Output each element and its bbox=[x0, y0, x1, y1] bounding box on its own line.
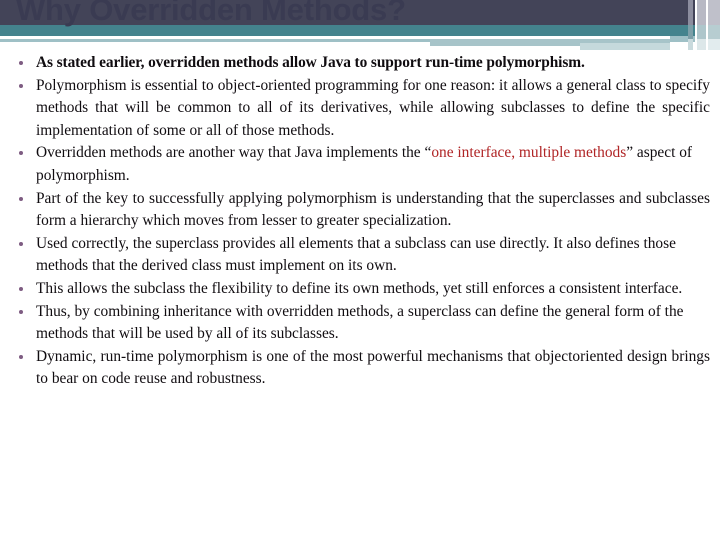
bullet-dot-icon bbox=[19, 241, 23, 246]
list-item: Polymorphism is essential to object-orie… bbox=[0, 75, 720, 143]
slide-title: Why Overridden Methods? bbox=[16, 0, 406, 27]
list-item: Used correctly, the superclass provides … bbox=[0, 233, 720, 278]
list-item-text-lead: Overridden methods are another way that … bbox=[36, 144, 432, 162]
bullet-dot-icon bbox=[19, 61, 23, 65]
list-item: Overridden methods are another way that … bbox=[0, 142, 720, 187]
list-item-text: Thus, by combining inheritance with over… bbox=[36, 302, 684, 343]
bullet-dot-icon bbox=[19, 83, 23, 88]
bullet-dot-icon bbox=[19, 309, 23, 314]
list-item: Dynamic, run-time polymorphism is one of… bbox=[0, 346, 720, 391]
list-item-text: This allows the subclass the flexibility… bbox=[36, 279, 683, 297]
list-item: As stated earlier, overridden methods al… bbox=[0, 52, 720, 75]
header-accent-bar-short bbox=[580, 43, 670, 50]
presentation-slide: Why Overridden Methods? As stated earlie… bbox=[0, 0, 720, 540]
bullet-dot-icon bbox=[19, 286, 23, 291]
list-item: Part of the key to successfully applying… bbox=[0, 188, 720, 233]
header-right-stripe-2-tail bbox=[697, 39, 706, 50]
slide-body: As stated earlier, overridden methods al… bbox=[0, 52, 720, 540]
list-item-text: As stated earlier, overridden methods al… bbox=[36, 54, 585, 71]
bullet-dot-icon bbox=[19, 151, 23, 156]
list-item-text: Polymorphism is essential to object-orie… bbox=[36, 76, 710, 139]
header-right-stripe-1-tail bbox=[688, 39, 693, 50]
slide-header-decoration: Why Overridden Methods? bbox=[0, 0, 720, 50]
list-item-text-highlight: one interface, multiple methods bbox=[431, 144, 627, 162]
list-item: This allows the subclass the flexibility… bbox=[0, 278, 720, 301]
header-right-stripe-3-tail bbox=[708, 39, 720, 50]
list-item: Thus, by combining inheritance with over… bbox=[0, 301, 720, 346]
list-item-text: Used correctly, the superclass provides … bbox=[36, 234, 676, 275]
list-item-text: Part of the key to successfully applying… bbox=[36, 189, 710, 230]
bullet-dot-icon bbox=[19, 196, 23, 201]
list-item-text: Dynamic, run-time polymorphism is one of… bbox=[36, 347, 710, 388]
bullet-dot-icon bbox=[19, 354, 23, 359]
bullet-list: As stated earlier, overridden methods al… bbox=[0, 52, 720, 391]
